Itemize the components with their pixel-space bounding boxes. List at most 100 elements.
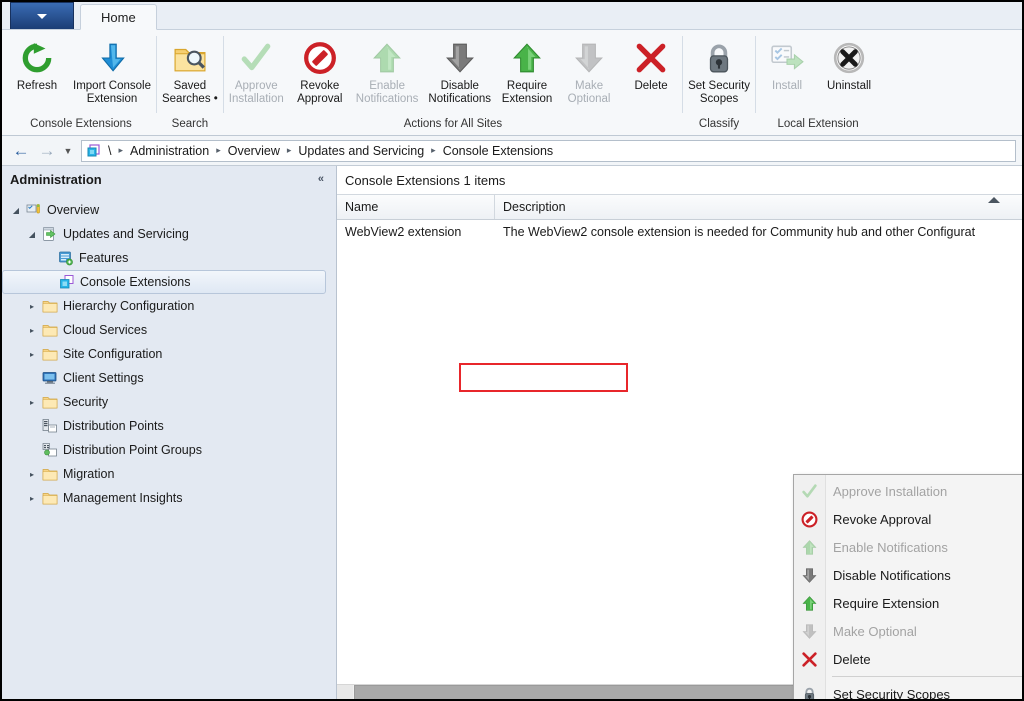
ribbon-button-refresh[interactable]: Refresh [6, 34, 68, 93]
ribbon-button-saved-searches[interactable]: Saved Searches • [157, 34, 223, 105]
sidebar-item-security[interactable]: ▸ Security [2, 390, 336, 414]
uninstall-x-circle-icon [832, 36, 866, 80]
ribbon-button-label: Import Console Extension [73, 80, 151, 105]
sidebar-item-label: Features [79, 251, 129, 265]
green-up-arrow-icon [510, 36, 544, 80]
triangle-collapsed-icon[interactable]: ▸ [24, 494, 40, 503]
folder-icon [40, 346, 60, 362]
ribbon-button-delete[interactable]: Delete [620, 34, 682, 93]
sidebar-item-site-configuration[interactable]: ▸ Site Configuration [2, 342, 336, 366]
column-header-name-label: Name [345, 200, 379, 214]
ribbon-button-disable-notifications[interactable]: Disable Notifications [423, 34, 496, 105]
column-header-description-label: Description [503, 200, 566, 214]
ribbon-group-items: Set Security Scopes [683, 30, 755, 116]
menu-item-revoke-approval[interactable]: Revoke Approval [794, 505, 1022, 533]
breadcrumb-item[interactable]: Overview [224, 144, 284, 158]
back-button[interactable]: ← [8, 140, 34, 162]
folder-icon [40, 490, 60, 506]
revoke-no-entry-icon [794, 511, 825, 528]
menu-item-require-extension[interactable]: Require Extension [794, 589, 1022, 617]
folder-icon [40, 394, 60, 410]
table-row[interactable]: WebView2 extension The WebView2 console … [337, 220, 1022, 244]
breadcrumb-item[interactable]: Administration [126, 144, 213, 158]
sidebar-item-label: Cloud Services [63, 323, 148, 337]
sidebar-item-distribution-points[interactable]: ▸Distribution Points [2, 414, 336, 438]
sidebar-collapse-button[interactable]: « [318, 173, 328, 185]
history-dropdown-button[interactable]: ▼ [60, 140, 76, 162]
sidebar-item-console-extensions[interactable]: ▸Console Extensions [2, 270, 326, 294]
scrollbar-left-grip[interactable] [337, 685, 353, 699]
gray-down-arrow-icon [572, 36, 606, 80]
ribbon-group-items: Refresh Import Console Extension [6, 30, 156, 116]
content-split: Administration « ◢ Overview ◢ Updates and S… [2, 166, 1022, 699]
ribbon-button-import-console-extension[interactable]: Import Console Extension [68, 34, 156, 105]
sidebar-item-overview[interactable]: ◢ Overview [2, 198, 336, 222]
sidebar-item-cloud-services[interactable]: ▸ Cloud Services [2, 318, 336, 342]
sidebar-item-label: Distribution Point Groups [63, 443, 202, 457]
breadcrumb-separator: ▸ [286, 145, 292, 155]
menu-item-label: Approve Installation [833, 483, 948, 499]
sidebar-item-features[interactable]: ▸Features [2, 246, 336, 270]
breadcrumb-separator: ▸ [216, 145, 221, 155]
menu-item-disable-notifications[interactable]: Disable Notifications [794, 561, 1022, 589]
breadcrumb-item[interactable]: \ [104, 144, 115, 158]
sidebar-item-label: Distribution Points [63, 419, 164, 433]
breadcrumb-item[interactable]: Console Extensions [439, 144, 557, 158]
ribbon-button-revoke-approval[interactable]: Revoke Approval [289, 34, 351, 105]
gray-down-arrow-icon [443, 36, 477, 80]
revoke-no-entry-icon [303, 36, 337, 80]
ribbon-button-label: Make Optional [567, 80, 611, 105]
ribbon-group-title: Classify [698, 118, 740, 130]
ribbon-group-items: Approve Installation Revoke Approval Enabl… [224, 30, 682, 116]
triangle-collapsed-icon[interactable]: ▸ [24, 398, 40, 407]
sidebar-item-updates-and-servicing[interactable]: ◢ Updates and Servicing [2, 222, 336, 246]
triangle-collapsed-icon[interactable]: ▸ [24, 302, 40, 311]
refresh-icon [20, 36, 54, 80]
ribbon-button-label: Uninstall [827, 80, 872, 92]
column-header-name[interactable]: Name [337, 195, 495, 219]
sidebar-item-label: Management Insights [63, 491, 183, 505]
sidebar-item-label: Site Configuration [63, 347, 163, 361]
updates-servicing-icon [40, 226, 60, 242]
triangle-collapsed-icon[interactable]: ▸ [24, 326, 40, 335]
sort-ascending-icon [988, 197, 1000, 203]
sidebar-item-client-settings[interactable]: ▸Client Settings [2, 366, 336, 390]
sidebar-item-hierarchy-configuration[interactable]: ▸ Hierarchy Configuration [2, 294, 336, 318]
tab-home[interactable]: Home [80, 4, 157, 30]
sidebar-item-management-insights[interactable]: ▸ Management Insights [2, 486, 336, 510]
ribbon-button-make-optional: Make Optional [558, 34, 620, 105]
sidebar-item-label: Updates and Servicing [63, 227, 189, 241]
overview-icon [24, 202, 44, 218]
menu-item-label: Enable Notifications [833, 539, 948, 555]
import-down-arrow-icon [95, 36, 129, 80]
sidebar-item-label: Security [63, 395, 109, 409]
application-menu-button[interactable] [10, 2, 74, 29]
menu-item-set-security-scopes[interactable]: Set Security Scopes [794, 680, 1022, 699]
navigation-tree: ◢Overview◢Updates and Servicing▸Features… [2, 192, 336, 510]
ribbon-button-label: Approve Installation [228, 80, 284, 105]
sidebar: Administration « ◢ Overview ◢ Updates and S… [2, 166, 337, 699]
triangle-collapsed-icon[interactable]: ▸ [24, 470, 40, 479]
breadcrumb[interactable]: \ ▸ Administration ▸ Overview ▸ Updates and Se… [81, 139, 1016, 162]
menu-item-delete[interactable]: Delete [794, 645, 1022, 673]
triangle-expanded-icon[interactable]: ◢ [24, 230, 40, 239]
sidebar-item-label: Overview [47, 203, 100, 217]
folder-icon [40, 322, 60, 338]
red-x-icon [634, 36, 668, 80]
context-menu[interactable]: Approve Installation Revoke Approval Enabl… [793, 474, 1022, 699]
ribbon-group-title: Search [171, 118, 209, 130]
forward-button[interactable]: → [34, 140, 60, 162]
triangle-collapsed-icon[interactable]: ▸ [24, 350, 40, 359]
triangle-expanded-icon[interactable]: ◢ [8, 206, 24, 215]
sidebar-item-migration[interactable]: ▸ Migration [2, 462, 336, 486]
ribbon-button-label: Require Extension [501, 80, 553, 105]
green-check-icon [239, 36, 273, 80]
breadcrumb-item[interactable]: Updates and Servicing [294, 144, 428, 158]
sidebar-item-distribution-point-groups[interactable]: ▸Distribution Point Groups [2, 438, 336, 462]
column-header-description[interactable]: Description [495, 195, 1022, 219]
ribbon-button-set-security-scopes[interactable]: Set Security Scopes [683, 34, 755, 105]
ribbon-button-uninstall[interactable]: Uninstall [818, 34, 880, 93]
ribbon-button-require-extension[interactable]: Require Extension [496, 34, 558, 105]
chevron-down-icon [37, 13, 47, 19]
chevron-down-icon: ▼ [63, 145, 73, 156]
